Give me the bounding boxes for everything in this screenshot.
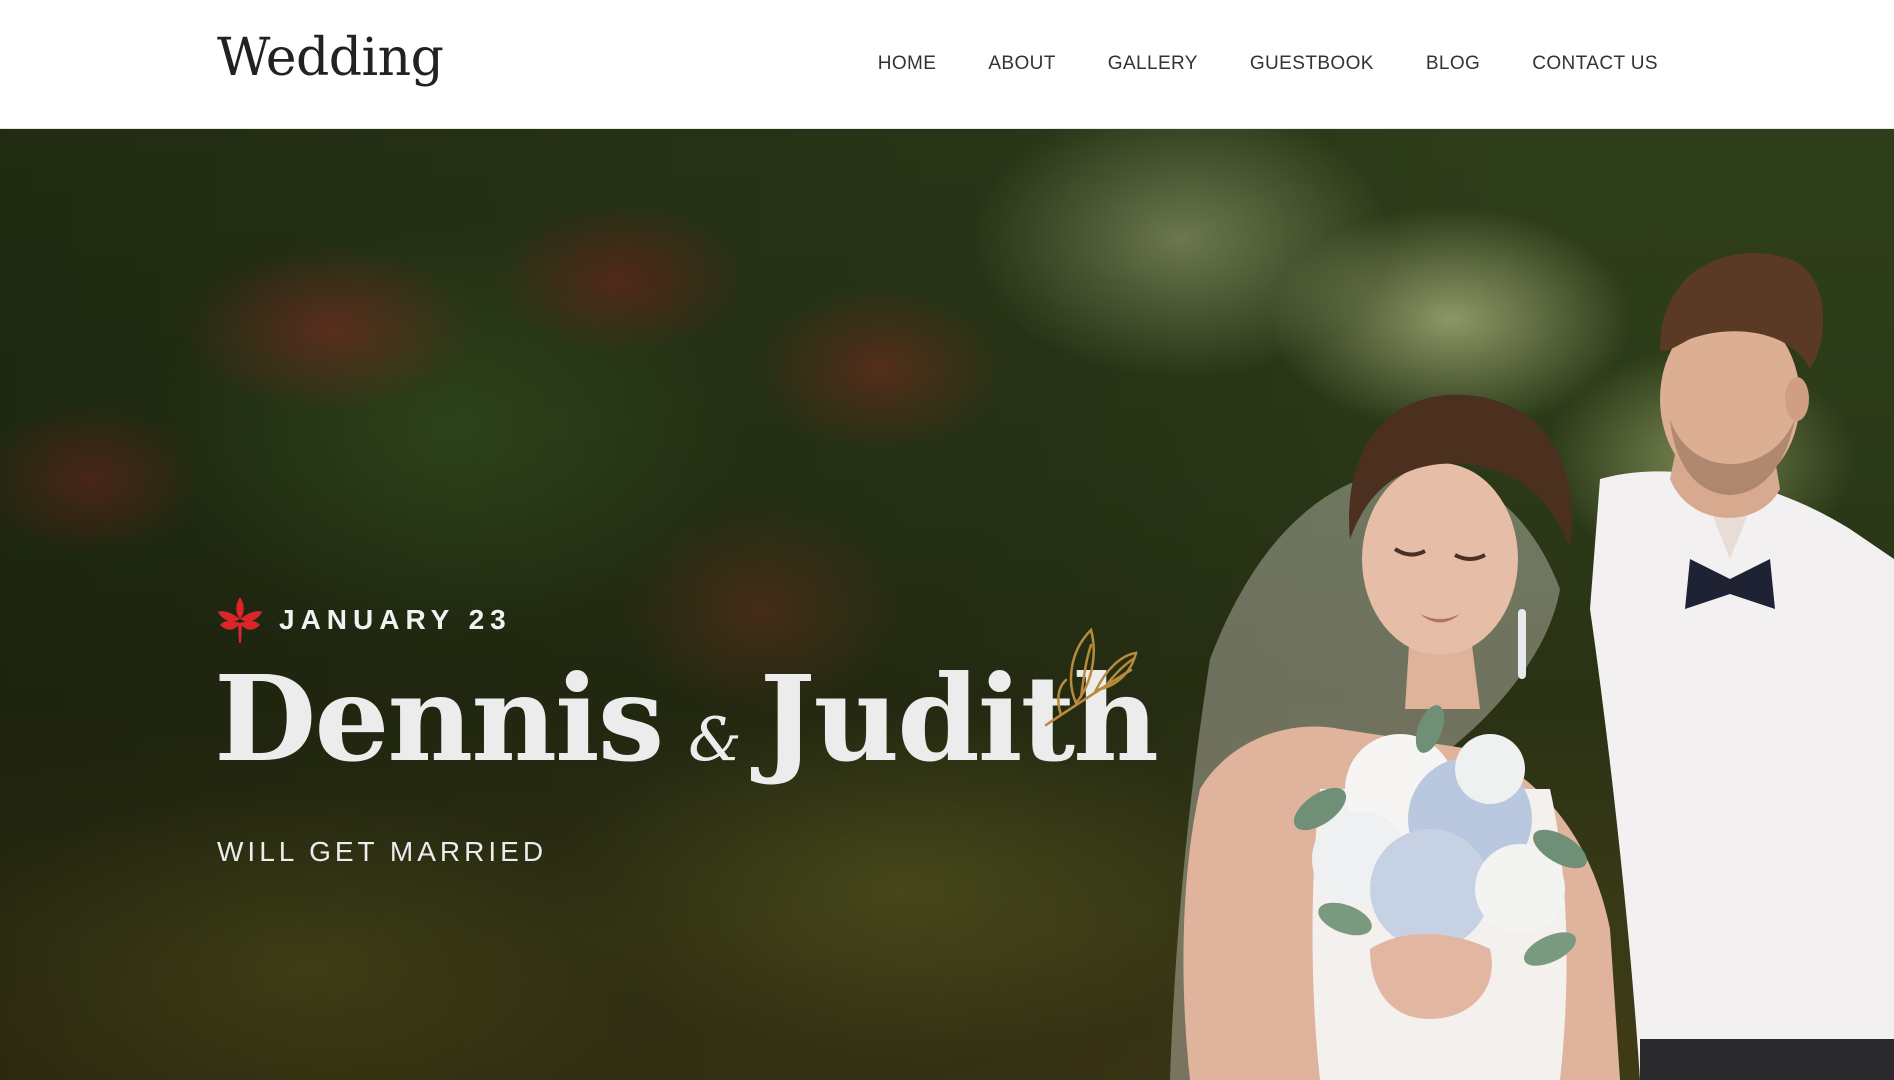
nav-about[interactable]: ABOUT <box>988 50 1055 78</box>
main-nav: HOME ABOUT GALLERY GUESTBOOK BLOG CONTAC… <box>878 50 1658 78</box>
gold-leaf-icon <box>1044 627 1138 727</box>
nav-home[interactable]: HOME <box>878 50 937 78</box>
nav-blog[interactable]: BLOG <box>1426 50 1480 78</box>
date-label: JANUARY 23 <box>279 604 512 635</box>
couple-photo <box>1170 253 1894 1080</box>
red-leaf-icon <box>218 597 262 643</box>
wedding-date: JANUARY 23 <box>217 595 512 645</box>
nav-contact-us[interactable]: CONTACT US <box>1532 50 1658 78</box>
site-header: Wedding HOME ABOUT GALLERY GUESTBOOK BLO… <box>0 0 1894 129</box>
hero-subtitle: WILL GET MARRIED <box>217 836 548 867</box>
partner-one-name: Dennis <box>214 649 664 788</box>
hero-banner: JANUARY 23 Dennis & Judith WILL GET MARRIE… <box>0 129 1894 1080</box>
nav-guestbook[interactable]: GUESTBOOK <box>1250 50 1374 78</box>
site-logo[interactable]: Wedding <box>217 26 444 90</box>
couple-names: Dennis & Judith <box>214 649 1159 825</box>
ampersand: & <box>688 705 742 775</box>
nav-gallery[interactable]: GALLERY <box>1108 50 1198 78</box>
